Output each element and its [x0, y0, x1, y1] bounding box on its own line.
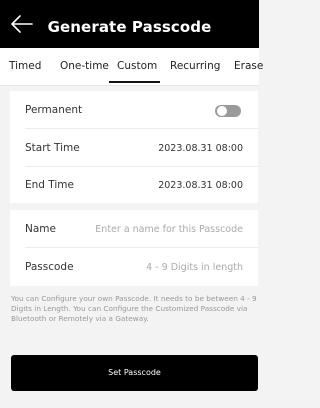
toggle-knob	[217, 106, 227, 116]
tab-erase[interactable]: Erase	[234, 60, 263, 72]
end-time-row[interactable]: End Time 2023.08.31 08:00	[10, 166, 258, 203]
app-header: Generate Passcode	[0, 0, 259, 48]
start-time-label: Start Time	[25, 142, 80, 154]
page-title: Generate Passcode	[47, 18, 212, 36]
permanent-toggle[interactable]	[215, 105, 241, 117]
tab-one-time[interactable]: One-time	[60, 60, 109, 72]
tab-recurring[interactable]: Recurring	[170, 60, 220, 72]
passcode-form-card: Name Enter a name for this Passcode Pass…	[10, 210, 258, 286]
name-label: Name	[25, 223, 56, 235]
start-time-row[interactable]: Start Time 2023.08.31 08:00	[10, 129, 258, 166]
name-row[interactable]: Name Enter a name for this Passcode	[10, 210, 258, 247]
permanent-label: Permanent	[25, 104, 83, 116]
passcode-row[interactable]: Passcode 4 - 9 Digits in length	[10, 248, 258, 285]
time-settings-card: Permanent Start Time 2023.08.31 08:00 En…	[10, 91, 258, 203]
permanent-row[interactable]: Permanent	[10, 91, 258, 128]
passcode-input[interactable]: 4 - 9 Digits in length	[146, 262, 243, 273]
tab-timed[interactable]: Timed	[9, 60, 41, 72]
end-time-value[interactable]: 2023.08.31 08:00	[158, 180, 243, 191]
name-input[interactable]: Enter a name for this Passcode	[95, 224, 243, 235]
set-passcode-button[interactable]: Set Passcode	[11, 355, 258, 391]
passcode-label: Passcode	[25, 261, 74, 273]
tab-custom[interactable]: Custom	[117, 60, 157, 72]
passcode-help-text: You can Configure your own Passcode. It …	[11, 294, 257, 323]
active-tab-indicator	[109, 81, 160, 83]
tab-bar: Timed One-time Custom Recurring Erase	[0, 48, 263, 86]
end-time-label: End Time	[25, 179, 74, 191]
start-time-value[interactable]: 2023.08.31 08:00	[158, 143, 243, 154]
